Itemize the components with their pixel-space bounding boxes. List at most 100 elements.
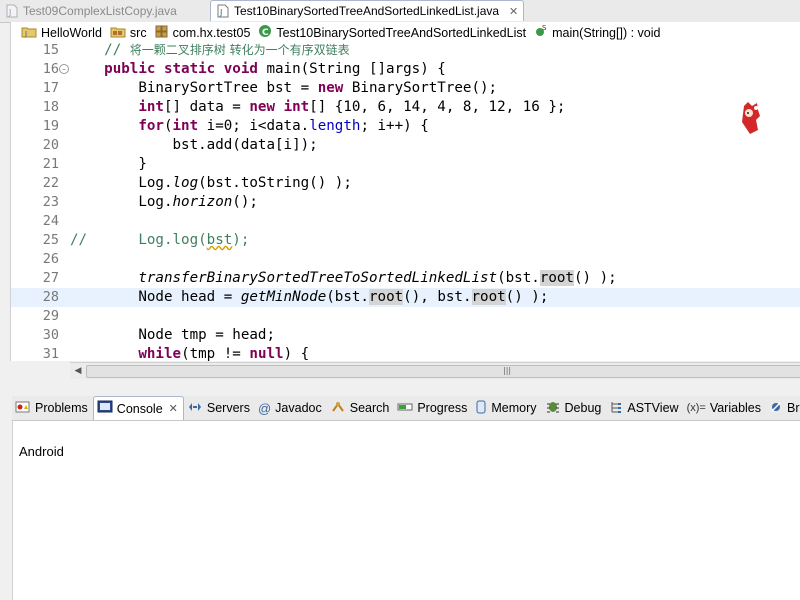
breadcrumb-item-src[interactable]: src [110,25,147,41]
tab-breakpoints[interactable]: Brea [766,396,800,420]
code-text: Log.horizon(); [70,194,258,210]
editor-tab-test09[interactable]: J Test09ComplexListCopy.java [0,0,210,21]
code-line: 21 } [11,155,800,174]
code-text: Node tmp = head; [70,327,275,343]
tab-variables[interactable]: (x)= Variables [684,396,766,420]
editor-tab-label: Test10BinarySortedTreeAndSortedLinkedLis… [234,4,500,18]
breadcrumb-item-package[interactable]: com.hx.test05 [155,25,250,41]
breadcrumb-item-method[interactable]: S main(String[]) : void [534,24,660,41]
code-text: } [70,156,147,172]
line-number: 25 [42,232,59,248]
tab-memory[interactable]: Memory [472,396,541,420]
line-number: 31 [42,346,59,361]
editor-tab-label: Test09ComplexListCopy.java [23,3,177,18]
tab-search[interactable]: Search [327,396,395,420]
code-text: Node head = getMinNode(bst.root(), bst.r… [70,289,549,305]
line-number: 23 [42,194,59,210]
line-number: 18 [42,99,59,115]
code-line: 18 int[] data = new int[] {10, 6, 14, 4,… [11,98,800,117]
code-line: 17 BinarySortTree bst = new BinarySortTr… [11,79,800,98]
code-text: Log.log(bst.toString() ); [70,175,352,191]
code-line: 20 bst.add(data[i]); [11,136,800,155]
close-icon[interactable]: ✕ [169,402,178,415]
code-line: 22 Log.log(bst.toString() ); [11,174,800,193]
tab-javadoc[interactable]: @ Javadoc [255,396,327,420]
breadcrumb: J HelloWorld src com.hx.test05 C Test10B… [10,22,800,43]
memory-icon [475,400,487,417]
line-number: 19 [42,118,59,134]
mascot-sprite-icon [738,100,764,136]
view-tab-bar: Problems Console ✕ Servers @ Javadoc Sea… [12,396,800,421]
svg-text:C: C [262,28,269,38]
console-panel[interactable]: Android [12,421,800,600]
code-line: 30 Node tmp = head; [11,326,800,345]
breadcrumb-item-class[interactable]: C Test10BinarySortedTreeAndSortedLinkedL… [258,24,526,41]
code-line: 27 transferBinarySortedTreeToSortedLinke… [11,269,800,288]
line-number: 21 [42,156,59,172]
tab-astview[interactable]: ASTView [606,396,683,420]
code-line: 26 [11,250,800,269]
code-line: 29 [11,307,800,326]
line-number: 15 [42,43,59,58]
line-number: 30 [42,327,59,343]
line-number: 22 [42,175,59,191]
code-text: // 将一颗二叉排序树 转化为一个有序双链表 [104,43,350,58]
svg-text:J: J [8,8,11,17]
code-line: 24 [11,212,800,231]
code-editor[interactable]: 15 // 将一颗二叉排序树 转化为一个有序双链表 16 – public st… [10,43,800,361]
breadcrumb-item-project[interactable]: J HelloWorld [21,25,102,41]
line-number: 27 [42,270,59,286]
debug-icon [545,400,561,417]
code-line: 15 // 将一颗二叉排序树 转化为一个有序双链表 [11,43,800,60]
scroll-left-arrow-icon[interactable]: ◀ [70,363,86,379]
progress-icon [397,400,413,417]
scrollbar-grip-icon: ||| [503,366,512,375]
tab-console[interactable]: Console ✕ [92,396,184,420]
search-icon [330,400,346,417]
javadoc-icon: @ [257,400,272,416]
code-line: 31 while(tmp != null) { [11,345,800,361]
project-icon: J [21,25,37,41]
code-line: 25 // Log.log(bst); [11,231,800,250]
editor-horizontal-scrollbar[interactable]: ◀ ||| [70,362,800,379]
line-number: 29 [42,308,59,324]
method-icon: S [534,24,548,41]
java-file-icon: J [6,4,18,18]
code-text: public static void main(String []args) { [104,61,446,77]
svg-text:J: J [24,30,27,38]
code-line: 19 for(int i=0; i<data.length; i++) { [11,117,800,136]
tab-servers[interactable]: Servers [184,396,255,420]
close-icon[interactable]: ✕ [509,5,518,18]
editor-tab-test10[interactable]: J Test10BinarySortedTreeAndSortedLinkedL… [210,0,524,21]
code-line: 23 Log.horizon(); [11,193,800,212]
source-folder-icon [110,25,126,41]
code-text: // Log.log(bst); [70,232,250,248]
line-number: 20 [42,137,59,153]
editor-tab-bar: J Test09ComplexListCopy.java J Test10Bin… [0,0,800,23]
fold-toggle-icon[interactable]: – [59,64,69,74]
breakpoints-icon [769,400,783,417]
console-icon [97,400,113,417]
code-text: while(tmp != null) { [138,346,310,361]
code-text: int[] data = new int[] {10, 6, 14, 4, 8,… [138,99,566,115]
servers-icon [187,400,203,417]
line-number: 26 [42,251,59,267]
tab-debug[interactable]: Debug [542,396,607,420]
variables-icon: (x)= [686,402,706,414]
line-number: 17 [42,80,59,96]
astview-icon [609,400,623,417]
tab-progress[interactable]: Progress [394,396,472,420]
tab-problems[interactable]: Problems [12,396,93,420]
code-text: bst.add(data[i]); [70,137,318,153]
svg-text:S: S [542,24,547,32]
code-line-current: 28 Node head = getMinNode(bst.root(), bs… [11,288,800,307]
code-text: transferBinarySortedTreeToSortedLinkedLi… [138,270,617,286]
code-text: BinarySortTree bst = new BinarySortTree(… [70,80,498,96]
line-number: 16 [42,61,59,77]
code-line: 16 – public static void main(String []ar… [11,60,800,79]
svg-text:J: J [219,8,222,17]
java-file-icon: J [217,4,229,18]
class-icon: C [258,24,272,41]
scrollbar-thumb[interactable]: ||| [86,365,800,378]
problems-icon [15,400,31,417]
